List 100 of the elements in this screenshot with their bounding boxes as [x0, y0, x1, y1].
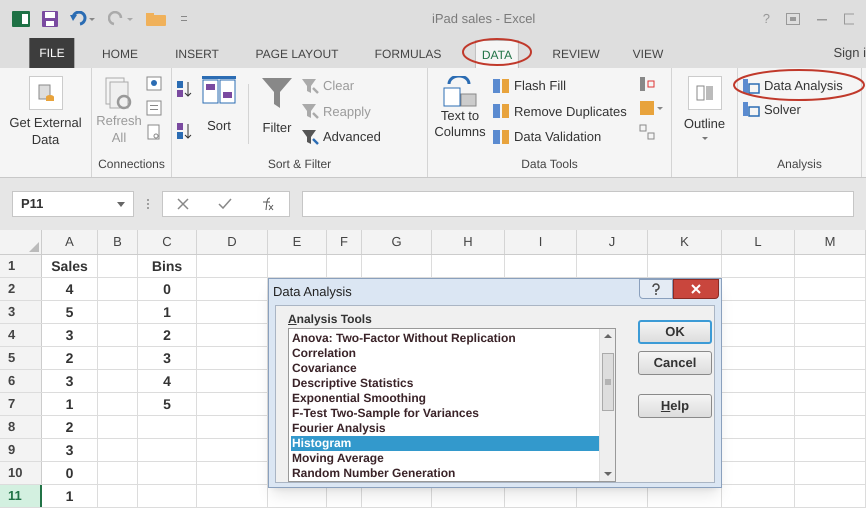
properties-icon — [146, 100, 162, 116]
cell-value: 3 — [66, 372, 74, 390]
list-item[interactable]: Descriptive Statistics — [291, 376, 599, 391]
row-header[interactable]: 8 — [0, 416, 42, 438]
dialog-button[interactable]: Cancel — [638, 351, 712, 375]
row-header[interactable]: 3 — [0, 301, 42, 323]
cell-value: 2 — [163, 326, 171, 344]
column-header[interactable]: M — [795, 230, 866, 254]
column-header[interactable]: A — [42, 230, 98, 254]
ribbon-tab[interactable]: VIEW — [626, 40, 670, 68]
column-header[interactable]: G — [362, 230, 432, 254]
column-header[interactable]: E — [268, 230, 327, 254]
help-button[interactable] — [639, 279, 673, 299]
window-title: iPad sales - Excel — [432, 10, 536, 28]
sort-grid-icon — [202, 76, 236, 104]
row-header[interactable]: 10 — [0, 462, 42, 484]
data-tool-command[interactable]: Flash Fill — [492, 76, 627, 96]
text-to-columns-button[interactable]: Text to Columns — [432, 76, 488, 140]
cell-value: 3 — [66, 440, 74, 460]
scroll-up-icon — [604, 333, 612, 339]
row-header[interactable]: 4 — [0, 324, 42, 346]
column-header[interactable]: H — [432, 230, 505, 254]
ribbon-tab[interactable]: PAGE LAYOUT — [250, 40, 344, 68]
ribbon-tab[interactable]: INSERT — [169, 40, 225, 68]
dialog-button[interactable]: OK — [638, 320, 712, 344]
ribbon-tab[interactable]: REVIEW — [546, 40, 606, 68]
column-header[interactable]: C — [138, 230, 197, 254]
connections-icon — [146, 76, 162, 92]
column-header[interactable]: F — [327, 230, 362, 254]
undo-icon — [70, 11, 96, 27]
list-item[interactable]: F-Test Two-Sample for Variances — [291, 406, 599, 421]
row-header[interactable]: 5 — [0, 347, 42, 369]
dialog-title: Data Analysis — [273, 283, 352, 302]
filter-button[interactable]: Filter — [257, 76, 297, 138]
column-header[interactable]: B — [98, 230, 138, 254]
dialog-button[interactable]: Help — [638, 394, 712, 418]
list-item[interactable]: Fourier Analysis — [291, 421, 599, 436]
list-item[interactable]: Correlation — [291, 346, 599, 361]
cell-value: 3 — [66, 326, 74, 344]
list-item[interactable]: Random Number Generation — [291, 466, 599, 481]
close-icon — [691, 284, 701, 294]
scroll-down-icon — [604, 471, 612, 477]
save-icon — [42, 11, 58, 27]
filter-command[interactable]: Advanced — [301, 127, 381, 146]
sort-button[interactable]: Sort — [198, 76, 240, 136]
spreadsheet-app-icon — [12, 11, 30, 27]
cell-value: 4 — [163, 372, 171, 390]
get-external-data-button[interactable]: Get External Data — [4, 76, 87, 148]
group-label: Sort & Filter — [266, 156, 332, 173]
maximize-icon — [844, 13, 854, 25]
data-tool-command[interactable]: Remove Duplicates — [492, 102, 627, 121]
list-item[interactable]: Anova: Two-Factor Without Replication — [291, 331, 599, 346]
cell-value: 2 — [66, 418, 74, 436]
data-tool-icon — [492, 78, 510, 94]
relationships-icon — [638, 124, 655, 140]
cell-value: Sales — [51, 256, 88, 276]
outline-icon — [696, 85, 714, 101]
column-header[interactable]: D — [197, 230, 268, 254]
text-to-columns-icon — [443, 76, 477, 108]
scroll-bar[interactable] — [599, 329, 615, 481]
data-tool-icon — [492, 128, 510, 145]
analysis-tools-list[interactable] — [288, 328, 616, 482]
list-item[interactable]: Moving Average — [291, 451, 599, 466]
ribbon-display-icon — [786, 13, 800, 25]
list-item[interactable]: Covariance — [291, 361, 599, 376]
document-database-icon — [38, 84, 54, 102]
ribbon-tab[interactable]: FILE — [29, 38, 75, 68]
check-icon — [218, 198, 232, 210]
group-label: Connections — [97, 156, 166, 173]
column-header[interactable]: J — [577, 230, 648, 254]
list-item[interactable]: Exponential Smoothing — [291, 391, 599, 406]
row-header[interactable]: 9 — [0, 439, 42, 461]
formula-field[interactable] — [302, 191, 854, 217]
sign-in-link[interactable]: Sign i — [833, 42, 866, 62]
column-header[interactable]: L — [722, 230, 795, 254]
select-all-icon — [29, 242, 39, 252]
analysis-command[interactable]: Solver — [742, 100, 801, 119]
ribbon-tab[interactable]: FORMULAS — [368, 40, 448, 68]
column-header[interactable]: I — [505, 230, 577, 254]
outline-button[interactable]: Outline — [676, 76, 733, 142]
row-header[interactable]: 11 — [0, 485, 42, 507]
small-funnel-icon — [301, 103, 319, 120]
folder-icon — [146, 11, 168, 27]
refresh-document-icon — [104, 76, 134, 112]
data-tool-command[interactable]: Data Validation — [492, 127, 627, 146]
ribbon-tab[interactable]: HOME — [96, 40, 144, 68]
row-header[interactable]: 6 — [0, 370, 42, 392]
name-box[interactable]: P11 — [12, 191, 134, 217]
function-icon — [260, 197, 275, 211]
list-label: Analysis Tools — [288, 311, 373, 328]
close-button[interactable] — [673, 279, 719, 299]
cell-value: 2 — [66, 348, 74, 368]
row-header[interactable]: 2 — [0, 278, 42, 300]
cell-value: 3 — [163, 348, 171, 368]
row-header[interactable]: 7 — [0, 393, 42, 415]
cell-value: 0 — [66, 464, 74, 482]
row-header[interactable]: 1 — [0, 255, 42, 277]
cell-value: 5 — [163, 394, 171, 414]
dropdown-caret-icon — [117, 200, 125, 208]
column-header[interactable]: K — [648, 230, 722, 254]
